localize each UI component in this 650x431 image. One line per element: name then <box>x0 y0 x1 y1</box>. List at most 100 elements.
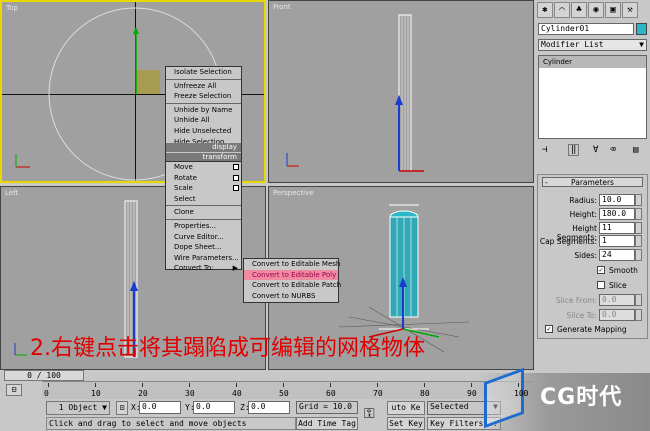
grid-spacing: Grid = 10.0 <box>296 401 358 414</box>
radius-spinner[interactable] <box>635 194 642 206</box>
menu-item[interactable]: Hide Unselected <box>166 126 241 137</box>
tick-label: 0 <box>44 389 49 398</box>
generate-mapping-label: Generate Mapping <box>557 325 627 334</box>
param-label: Sides: <box>574 251 597 260</box>
modify-tab-icon[interactable]: ⌒ <box>554 2 570 18</box>
menu-item[interactable]: Isolate Selection <box>166 67 241 78</box>
sides-spinner[interactable] <box>635 249 642 261</box>
tick-label: 90 <box>467 389 477 398</box>
height-segments-field[interactable]: 11 <box>599 222 635 234</box>
quad-menu-display: Isolate Selection Unfreeze All Freeze Se… <box>165 66 242 154</box>
quad-menu-headers: display transform <box>165 143 242 163</box>
y-coordinate-field[interactable]: 0.0 <box>193 401 235 414</box>
front-cylinder <box>286 14 424 172</box>
tick-label: 80 <box>420 389 430 398</box>
modifier-list-dropdown[interactable]: Modifier List ▼ <box>538 39 647 51</box>
remove-modifier-icon[interactable]: ⌫ <box>610 145 615 155</box>
tick-label: 10 <box>91 389 101 398</box>
hierarchy-tab-icon[interactable]: ♣ <box>571 2 587 18</box>
watermark-logo: CG时代 <box>478 367 650 431</box>
height-segments-spinner[interactable] <box>635 222 642 234</box>
tick-label: 50 <box>279 389 289 398</box>
utilities-tab-icon[interactable]: ⚒ <box>622 2 638 18</box>
selection-label: 1 Object <box>58 403 98 412</box>
radius-field[interactable]: 10.0 <box>599 194 635 206</box>
menu-item-rotate[interactable]: Rotate <box>166 173 241 184</box>
stack-item-cylinder[interactable]: Cylinder <box>539 56 646 68</box>
tutorial-caption: 2.右键点击将其蹋陷成可编辑的网格物体 <box>30 336 425 361</box>
auto-key-button[interactable]: uto Ke <box>387 401 425 415</box>
settings-box-icon[interactable] <box>233 185 239 192</box>
menu-item-wire-parameters[interactable]: Wire Parameters... <box>166 253 241 264</box>
lock-selection-icon[interactable]: ⊡ <box>116 401 128 415</box>
viewport-front[interactable]: Front <box>268 0 534 183</box>
menu-item-properties[interactable]: Properties... <box>166 221 241 232</box>
motion-tab-icon[interactable]: ◉ <box>588 2 604 18</box>
menu-item[interactable]: Unfreeze All <box>166 81 241 92</box>
menu-item-move[interactable]: Move <box>166 162 241 173</box>
height-spinner[interactable] <box>635 208 642 220</box>
key-mode-icon[interactable]: ⚿ <box>364 406 375 422</box>
sides-field[interactable]: 24 <box>599 249 635 261</box>
tick-label: 20 <box>138 389 148 398</box>
height-field[interactable]: 180.0 <box>599 208 635 220</box>
slice-label: Slice <box>609 281 627 290</box>
display-tab-icon[interactable]: ▣ <box>605 2 621 18</box>
set-key-button[interactable]: Set Key <box>387 417 425 430</box>
slice-from-spinner[interactable] <box>635 294 642 306</box>
tick-mark <box>377 383 378 387</box>
menu-item-dope-sheet[interactable]: Dope Sheet... <box>166 242 241 253</box>
quad-menu-transform: Move Rotate Scale Select Clone Propertie… <box>165 161 242 272</box>
submenu-item-editable-poly[interactable]: Convert to Editable Poly <box>244 269 338 280</box>
tick-label: 30 <box>185 389 195 398</box>
tick-label: 60 <box>326 389 336 398</box>
pin-stack-icon[interactable]: ⊣ <box>542 145 547 155</box>
menu-item[interactable]: Unhide by Name <box>166 105 241 116</box>
create-tab-icon[interactable]: ✱ <box>537 2 553 18</box>
show-end-result-icon[interactable]: ‖ <box>568 144 580 156</box>
menu-item-label: Move <box>174 163 193 171</box>
slice-checkbox[interactable] <box>597 281 605 289</box>
tick-mark <box>518 383 519 387</box>
cap-segments-spinner[interactable] <box>635 235 642 247</box>
menu-item-scale[interactable]: Scale <box>166 183 241 194</box>
configure-sets-icon[interactable]: ▤ <box>633 145 638 155</box>
menu-item[interactable]: Unhide All <box>166 115 241 126</box>
smooth-checkbox[interactable]: ✓ <box>597 266 605 274</box>
menu-item-label: Rotate <box>174 173 197 182</box>
dropdown-arrow-icon: ▼ <box>639 40 644 49</box>
mini-curve-editor-icon[interactable]: ⊟ <box>6 384 22 396</box>
stack-toolbar: ⊣ ‖ ∀ ⌫ ▤ <box>538 143 647 159</box>
menu-item-curve-editor[interactable]: Curve Editor... <box>166 232 241 243</box>
object-color-swatch[interactable] <box>636 23 647 35</box>
rollout-header[interactable]: - Parameters <box>542 177 643 187</box>
prompt-text: Click and drag to select and move object… <box>49 419 247 428</box>
submenu-item-editable-patch[interactable]: Convert to Editable Patch <box>244 280 341 291</box>
settings-box-icon[interactable] <box>233 174 239 181</box>
slice-to-field[interactable]: 0.0 <box>599 309 635 321</box>
watermark-text: CG时代 <box>540 385 623 410</box>
generate-mapping-checkbox[interactable]: ✓ <box>545 325 553 333</box>
menu-item-label: Convert To: <box>174 264 214 273</box>
x-coordinate-field[interactable]: 0.0 <box>139 401 181 414</box>
convert-to-submenu: Convert to Editable Mesh Convert to Edit… <box>243 258 341 303</box>
menu-item[interactable]: Freeze Selection <box>166 91 241 102</box>
submenu-item-editable-mesh[interactable]: Convert to Editable Mesh <box>244 259 340 270</box>
submenu-item-nurbs[interactable]: Convert to NURBS <box>244 291 338 302</box>
param-label: Radius: <box>569 196 597 205</box>
add-time-tag-button[interactable]: Add Time Tag <box>296 417 358 430</box>
logo-icon <box>484 367 524 429</box>
slice-from-field[interactable]: 0.0 <box>599 294 635 306</box>
menu-item-convert-to[interactable]: Convert To: ▶ <box>166 263 241 274</box>
menu-item-select[interactable]: Select <box>166 194 241 205</box>
tick-mark <box>142 383 143 387</box>
cap-segments-field[interactable]: 1 <box>599 235 635 247</box>
object-name-field[interactable]: Cylinder01 <box>538 23 634 35</box>
frame-slider[interactable]: 0 / 100 <box>4 370 84 381</box>
max-window: Top Front Left Perspective Isolate Selec… <box>0 0 650 431</box>
make-unique-icon[interactable]: ∀ <box>593 145 598 155</box>
menu-item-clone[interactable]: Clone <box>166 207 241 218</box>
settings-box-icon[interactable] <box>233 164 239 170</box>
slice-to-spinner[interactable] <box>635 309 642 321</box>
z-coordinate-field[interactable]: 0.0 <box>248 401 290 414</box>
